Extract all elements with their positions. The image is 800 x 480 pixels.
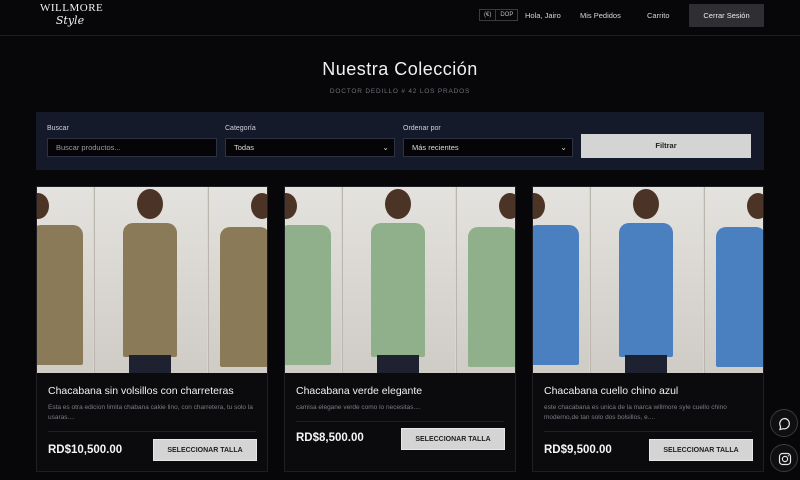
product-name[interactable]: Chacabana verde elegante <box>296 385 422 397</box>
page: WILLMORE Style (€) DOP Hola, Jairo Mis P… <box>0 0 800 480</box>
nav-my-orders[interactable]: Mis Pedidos <box>580 11 621 20</box>
search-input[interactable]: Buscar productos... <box>47 138 217 157</box>
search-label: Buscar <box>47 125 69 132</box>
filter-button[interactable]: Filtrar <box>581 134 751 158</box>
divider <box>296 421 504 422</box>
divider <box>544 431 752 432</box>
category-select[interactable]: Todas ⌄ <box>225 138 395 157</box>
product-card[interactable]: Chacabana sin volsillos con charreteras … <box>36 186 268 472</box>
product-image[interactable] <box>285 187 515 373</box>
sort-select-value: Más recientes <box>412 143 459 152</box>
select-size-button[interactable]: SELECCIONAR TALLA <box>649 439 753 461</box>
page-subtitle: DOCTOR DEDILLO # 42 LOS PRADOS <box>329 88 471 95</box>
category-label: Categoría <box>225 125 256 132</box>
nav-cart[interactable]: Carrito <box>647 11 670 20</box>
product-card[interactable]: Chacabana cuello chino azul este chacaba… <box>532 186 764 472</box>
chevron-down-icon: ⌄ <box>382 143 389 152</box>
sort-label: Ordenar por <box>403 125 441 132</box>
product-name[interactable]: Chacabana cuello chino azul <box>544 385 678 397</box>
logo-script: Style <box>55 14 85 27</box>
product-image[interactable] <box>533 187 763 373</box>
chat-button[interactable] <box>770 409 798 437</box>
chevron-down-icon: ⌄ <box>560 143 567 152</box>
nav-greeting[interactable]: Hola, Jairo <box>525 11 561 20</box>
product-price: RD$9,500.00 <box>544 444 612 456</box>
instagram-button[interactable] <box>770 444 798 472</box>
page-title: Nuestra Colección <box>322 59 478 79</box>
product-image[interactable] <box>37 187 267 373</box>
product-card[interactable]: Chacabana verde elegante camisa elegane … <box>284 186 516 472</box>
category-select-value: Todas <box>234 143 255 152</box>
currency-option-dop[interactable]: DOP <box>495 10 517 20</box>
logo[interactable]: WILLMORE Style <box>40 2 104 33</box>
product-description: camisa elegane verde como lo necesitas..… <box>296 404 421 411</box>
sort-select[interactable]: Más recientes ⌄ <box>403 138 573 157</box>
filter-bar: Buscar Buscar productos... Categoría Tod… <box>36 112 764 170</box>
select-size-button[interactable]: SELECCIONAR TALLA <box>153 439 257 461</box>
instagram-icon <box>778 452 792 466</box>
shirt-shape <box>37 225 83 365</box>
currency-switch[interactable]: (€) DOP <box>479 9 519 21</box>
product-description: este chacabana es unica de la marca will… <box>544 404 727 421</box>
product-price: RD$10,500.00 <box>48 444 123 456</box>
select-size-button[interactable]: SELECCIONAR TALLA <box>401 428 505 450</box>
product-name[interactable]: Chacabana sin volsillos con charreteras <box>48 385 234 397</box>
currency-option-euro[interactable]: (€) <box>480 10 495 20</box>
product-price: RD$8,500.00 <box>296 432 364 444</box>
logo-wordmark: WILLMORE <box>40 2 104 14</box>
top-nav: WILLMORE Style (€) DOP Hola, Jairo Mis P… <box>0 0 800 36</box>
product-description: Esta es otra edicion limita chabana caki… <box>48 404 253 421</box>
chat-icon <box>779 417 790 431</box>
logout-button[interactable]: Cerrar Sesión <box>689 4 764 27</box>
divider <box>48 431 256 432</box>
